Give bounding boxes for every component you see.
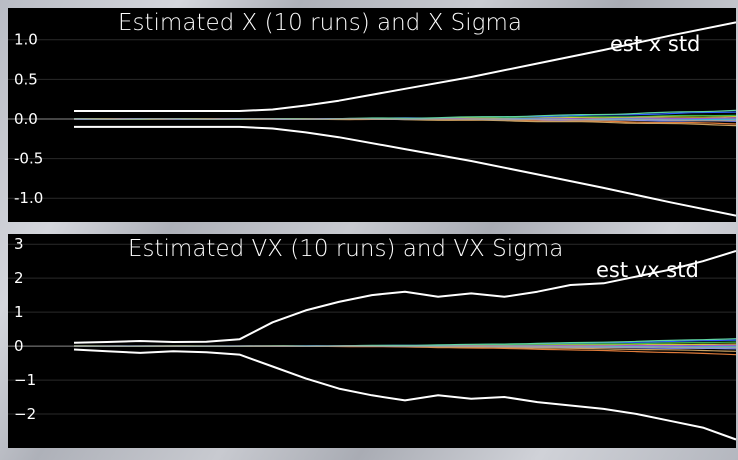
vx-ytick-label: 0 xyxy=(14,337,24,355)
plot-panel-x[interactable]: 1.0 0.5 0.0 -0.5 -1.0 Estimated X (10 runs) … xyxy=(8,8,736,222)
plot-vx-legend: est vx std xyxy=(596,258,699,282)
plot-vx-title: Estimated VX (10 runs) and VX Sigma xyxy=(128,236,563,262)
vx-ytick-label: 1 xyxy=(14,303,24,321)
x-ytick-label: 0.5 xyxy=(14,70,38,88)
x-ytick-label: 0.0 xyxy=(14,110,38,128)
plot-panel-vx[interactable]: 3 2 1 0 −1 −2 Estimated VX (10 runs) and VX S… xyxy=(8,234,736,448)
x-sigma-lower-line xyxy=(74,125,736,217)
x-ytick-label: -1.0 xyxy=(14,189,43,207)
x-ytick-label: -0.5 xyxy=(14,150,43,168)
vx-ytick-label: −1 xyxy=(14,371,36,389)
vx-ytick-label: 3 xyxy=(14,235,24,253)
plot-x-canvas: 1.0 0.5 0.0 -0.5 -1.0 Estimated X (10 runs) … xyxy=(8,10,736,217)
vx-sigma-lower-line xyxy=(73,348,736,441)
plot-vx-canvas: 3 2 1 0 −1 −2 Estimated VX (10 runs) and VX S… xyxy=(8,235,736,441)
plot-x-legend: est x std xyxy=(610,32,700,56)
plot-x-title: Estimated X (10 runs) and X Sigma xyxy=(118,10,522,36)
vx-ytick-label: 2 xyxy=(14,269,24,287)
x-ytick-label: 1.0 xyxy=(14,31,38,49)
vx-ytick-label: −2 xyxy=(14,405,36,423)
